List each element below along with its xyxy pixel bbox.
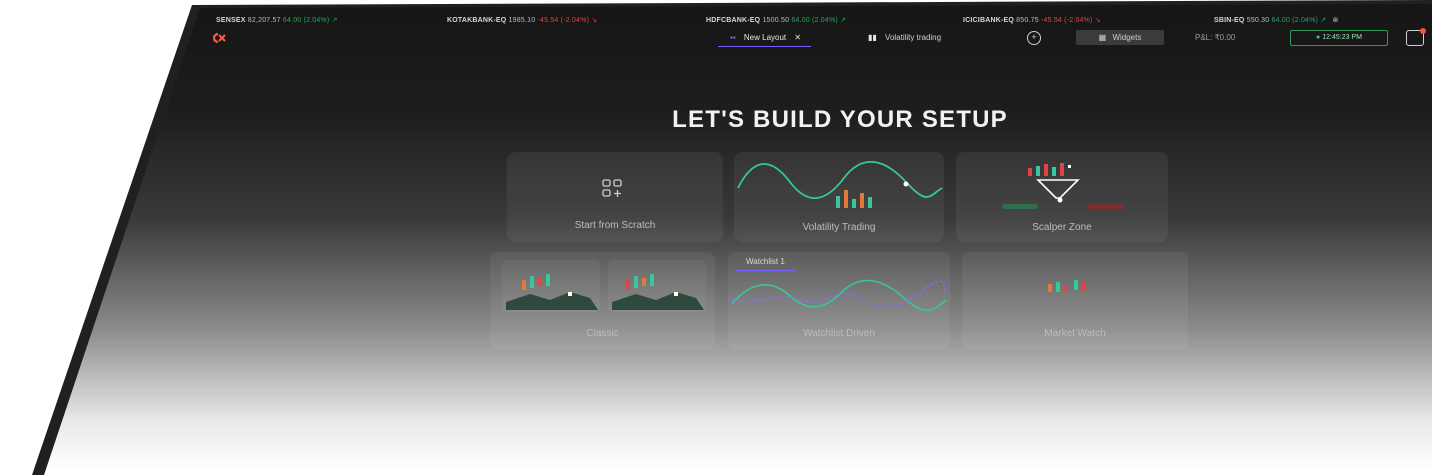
card-label: Start from Scratch (574, 220, 656, 231)
app-screen: SENSEX 82,207.57 64.00 (2.04%) ↗ KOTAKBA… (44, 4, 1432, 475)
arrow-up-icon: ↗ (840, 17, 847, 24)
status-dot-icon: ● (1316, 34, 1321, 41)
card-label: Classic (586, 328, 619, 339)
ticker-item[interactable]: KOTAKBANK-EQ 1985.10 -45.54 (-2.04%) ↘ (447, 16, 597, 24)
arrow-up-icon: ↗ (331, 17, 338, 24)
card-start-from-scratch[interactable]: Start from Scratch (507, 152, 723, 242)
widgets-button[interactable]: ▦ Widgets (1076, 30, 1164, 45)
tab-new-layout[interactable]: ▪▪ New Layout ✕ (718, 30, 812, 47)
settings-icon[interactable]: ⊛ (1332, 17, 1338, 24)
clock-display: ● 12:45:23 PM (1290, 30, 1388, 46)
device-frame: SENSEX 82,207.57 64.00 (2.04%) ↗ KOTAKBA… (32, 0, 1432, 475)
card-label: Scalper Zone (1032, 222, 1092, 233)
pnl-display: P&L: ₹0.00 (1195, 33, 1236, 42)
arrow-down-icon: ↘ (591, 17, 598, 24)
ticker-item[interactable]: ICICIBANK-EQ 850.75 -45.54 (-2.04%) ↘ (963, 16, 1101, 24)
card-classic[interactable]: Classic (490, 252, 715, 350)
classic-chart-icon (506, 274, 704, 310)
page-title: LET'S BUILD YOUR SETUP (672, 106, 1008, 133)
layout-icon: ▪▪ (730, 33, 736, 42)
card-label: Watchlist Driven (803, 328, 875, 339)
volatility-chart-icon (737, 161, 943, 208)
top-bar: ▪▪ New Layout ✕ ▮▮ Volatility trading + … (44, 28, 1432, 50)
ticker-item[interactable]: SENSEX 82,207.57 64.00 (2.04%) ↗ (216, 16, 338, 24)
card-label: Volatility Trading (802, 222, 876, 233)
card-volatility-trading[interactable]: Volatility Trading (734, 152, 944, 242)
add-layout-button[interactable]: + (1027, 31, 1041, 45)
ticker-item[interactable]: SBIN-EQ 550.30 64.00 (2.04%) ↗ ⊛ (1214, 16, 1339, 24)
brand-logo-icon[interactable] (210, 32, 228, 44)
tab-volatility-trading[interactable]: ▮▮ Volatility trading (868, 30, 941, 46)
close-icon[interactable]: ✕ (794, 33, 801, 42)
arrow-down-icon: ↘ (1094, 17, 1101, 24)
arrow-up-icon: ↗ (1320, 17, 1327, 24)
grid-icon: ▦ (1098, 33, 1107, 42)
watchlist-chart-icon (731, 279, 947, 312)
card-label: Market Watch (1044, 328, 1106, 339)
candlestick-icon (1048, 280, 1086, 292)
funnel-icon (1002, 163, 1124, 209)
card-scalper-zone[interactable]: Scalper Zone (956, 152, 1168, 242)
layout-icon: ▮▮ (868, 33, 877, 42)
grid-plus-icon (602, 179, 622, 197)
watchlist-tab: Watchlist 1 (736, 254, 795, 271)
card-watchlist-driven[interactable]: Watchlist 1 Watchlist Driven (728, 252, 950, 350)
notifications-icon[interactable] (1406, 28, 1426, 46)
ticker-item[interactable]: HDFCBANK-EQ 1500.50 64.00 (2.04%) ↗ (706, 16, 846, 24)
card-market-watch[interactable]: Market Watch (962, 252, 1188, 350)
